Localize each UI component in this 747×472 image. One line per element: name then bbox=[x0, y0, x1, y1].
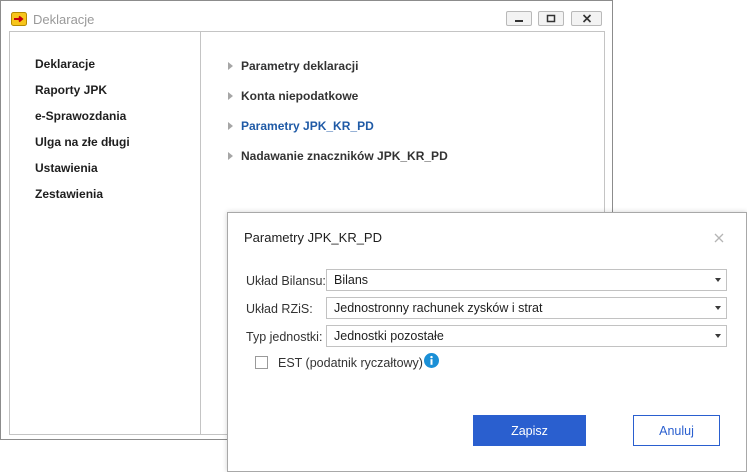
sidebar-item-e-sprawozdania[interactable]: e-Sprawozdania bbox=[35, 109, 126, 123]
link-label: Konta niepodatkowe bbox=[241, 89, 359, 103]
uklad-rzis-select[interactable]: Jednostronny rachunek zysków i strat bbox=[326, 297, 727, 319]
sidebar-item-zestawienia[interactable]: Zestawienia bbox=[35, 187, 103, 201]
sidebar-item-ulga[interactable]: Ulga na złe długi bbox=[35, 135, 130, 149]
maximize-button[interactable] bbox=[538, 11, 564, 26]
triangle-right-icon bbox=[228, 62, 233, 70]
sidebar-item-ustawienia[interactable]: Ustawienia bbox=[35, 161, 98, 175]
uklad-bilansu-select[interactable]: Bilans bbox=[326, 269, 727, 291]
link-konta-niepodatkowe[interactable]: Konta niepodatkowe bbox=[228, 88, 358, 104]
minimize-icon bbox=[515, 19, 523, 22]
restore-icon bbox=[546, 14, 556, 23]
uklad-rzis-label: Układ RZiS: bbox=[246, 302, 313, 316]
chevron-down-icon bbox=[715, 278, 721, 282]
cancel-button[interactable]: Anuluj bbox=[633, 415, 720, 446]
close-icon[interactable] bbox=[714, 233, 724, 243]
save-button[interactable]: Zapisz bbox=[473, 415, 586, 446]
link-label: Nadawanie znaczników JPK_KR_PD bbox=[241, 149, 448, 163]
app-icon bbox=[11, 12, 27, 26]
est-checkbox[interactable] bbox=[255, 356, 268, 369]
close-icon bbox=[582, 14, 591, 23]
parametry-dialog: Parametry JPK_KR_PD Układ Bilansu: Bilan… bbox=[227, 212, 747, 472]
select-value: Bilans bbox=[334, 273, 369, 287]
triangle-right-icon bbox=[228, 122, 233, 130]
info-icon[interactable] bbox=[424, 353, 439, 368]
link-nadawanie-znacznikow[interactable]: Nadawanie znaczników JPK_KR_PD bbox=[228, 148, 448, 164]
link-label: Parametry deklaracji bbox=[241, 59, 359, 73]
sidebar-item-deklaracje[interactable]: Deklaracje bbox=[35, 57, 95, 71]
select-value: Jednostki pozostałe bbox=[334, 329, 444, 343]
uklad-bilansu-label: Układ Bilansu: bbox=[246, 274, 326, 288]
chevron-down-icon bbox=[715, 334, 721, 338]
typ-jednostki-label: Typ jednostki: bbox=[246, 330, 323, 344]
dialog-title: Parametry JPK_KR_PD bbox=[244, 230, 382, 245]
typ-jednostki-select[interactable]: Jednostki pozostałe bbox=[326, 325, 727, 347]
link-parametry-deklaracji[interactable]: Parametry deklaracji bbox=[228, 58, 358, 74]
sidebar: Deklaracje Raporty JPK e-Sprawozdania Ul… bbox=[10, 32, 201, 434]
triangle-right-icon bbox=[228, 92, 233, 100]
select-value: Jednostronny rachunek zysków i strat bbox=[334, 301, 543, 315]
window-title: Deklaracje bbox=[33, 12, 95, 27]
minimize-button[interactable] bbox=[506, 11, 532, 26]
sidebar-item-raporty-jpk[interactable]: Raporty JPK bbox=[35, 83, 107, 97]
link-parametry-jpk-kr-pd[interactable]: Parametry JPK_KR_PD bbox=[228, 118, 374, 134]
close-button[interactable] bbox=[571, 11, 602, 26]
chevron-down-icon bbox=[715, 306, 721, 310]
est-checkbox-label[interactable]: EST (podatnik ryczałtowy) bbox=[278, 356, 423, 370]
triangle-right-icon bbox=[228, 152, 233, 160]
link-label: Parametry JPK_KR_PD bbox=[241, 119, 374, 133]
